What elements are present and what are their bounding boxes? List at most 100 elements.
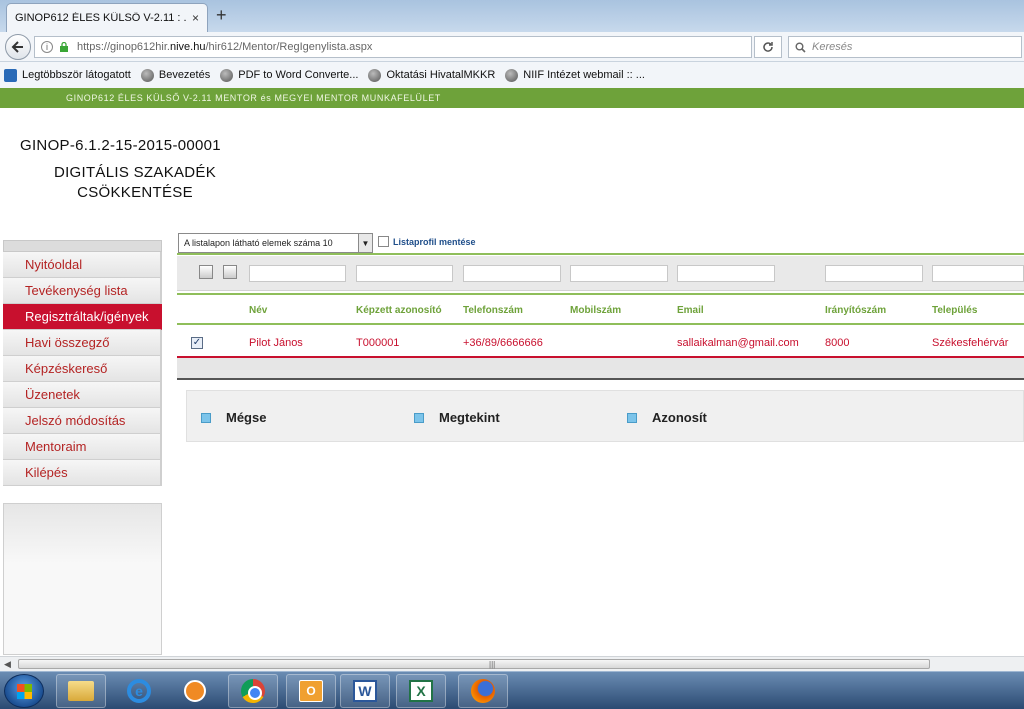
horizontal-scrollbar[interactable]: ◀ ||| — [0, 656, 1024, 671]
windows-taskbar: e O W X — [0, 671, 1024, 709]
column-header-city[interactable]: Település — [932, 305, 977, 316]
filter-trainee-id-input[interactable] — [356, 265, 453, 282]
bullet-icon — [414, 412, 424, 423]
firefox-icon[interactable] — [458, 674, 508, 708]
table-row[interactable]: ✓ Pilot János T000001 +36/89/6666666 sal… — [177, 328, 1024, 358]
lock-icon — [60, 42, 68, 52]
view-label: Megtekint — [439, 410, 500, 425]
internet-explorer-icon[interactable]: e — [114, 674, 164, 708]
identify-label: Azonosít — [652, 410, 707, 425]
windows-flag — [17, 692, 32, 699]
firefox-glyph — [471, 679, 495, 703]
bookmark-niif-webmail[interactable]: NIIF Intézet webmail :: ... — [505, 68, 645, 82]
sidebar-item-jelszo-modositas[interactable]: Jelszó módosítás — [3, 408, 162, 434]
address-bar[interactable]: i https://ginop612hir. nive.hu/hir612/Men… — [34, 36, 752, 58]
info-icon[interactable]: i — [41, 41, 53, 53]
sidebar-item-havi-osszegzo[interactable]: Havi összegző — [3, 330, 162, 356]
column-header-email[interactable]: Email — [677, 305, 704, 316]
sidebar-item-regisztraltak[interactable]: Regisztráltak/igények — [3, 304, 162, 330]
globe-icon — [368, 68, 382, 82]
dropdown-arrow-icon[interactable]: ▼ — [358, 234, 372, 252]
column-header-mobile[interactable]: Mobilszám — [570, 305, 621, 316]
bookmark-label: PDF to Word Converte... — [238, 69, 359, 81]
save-profile-label: Listaprofil mentése — [393, 236, 476, 247]
bookmark-label: Oktatási HivatalMKKR — [386, 69, 496, 81]
outlook-glyph: O — [299, 680, 323, 702]
column-header-trainee-id[interactable]: Képzett azonosító — [356, 305, 442, 316]
folder-glyph — [68, 681, 94, 701]
cell-phone: +36/89/6666666 — [463, 337, 543, 349]
new-tab-button[interactable]: + — [216, 5, 227, 26]
filter-apply-icon[interactable] — [199, 265, 213, 279]
sidebar-item-mentoraim[interactable]: Mentoraim — [3, 434, 162, 460]
windows-start-icon[interactable] — [4, 674, 44, 708]
media-player-icon[interactable] — [170, 674, 220, 708]
column-header-name[interactable]: Név — [249, 305, 267, 316]
identify-button[interactable]: Azonosít — [627, 410, 707, 425]
project-title-line1: DIGITÁLIS SZAKADÉK — [53, 164, 217, 181]
back-button[interactable] — [5, 34, 31, 60]
chrome-glyph — [241, 679, 265, 703]
close-tab-icon[interactable]: × — [192, 11, 199, 25]
filter-row — [177, 256, 1024, 291]
scrollbar-thumb[interactable]: ||| — [18, 659, 930, 669]
table-footer — [177, 358, 1024, 380]
divider — [177, 293, 1024, 295]
bookmark-bevezetes[interactable]: Bevezetés — [140, 68, 210, 82]
save-list-profile[interactable]: Listaprofil mentése — [378, 236, 476, 247]
url-host: nive.hu — [169, 41, 206, 53]
scroll-left-icon[interactable]: ◀ — [4, 659, 11, 670]
outlook-icon[interactable]: O — [286, 674, 336, 708]
globe-icon — [505, 68, 519, 82]
column-header-zip[interactable]: Irányítószám — [825, 305, 886, 316]
bookmark-pdf-to-word[interactable]: PDF to Word Converte... — [220, 68, 359, 82]
search-icon — [795, 42, 806, 53]
word-icon[interactable]: W — [340, 674, 390, 708]
url-prefix: https://ginop612hir. — [77, 41, 170, 53]
grip-icon: ||| — [489, 660, 496, 669]
browser-tab[interactable]: GINOP612 ÉLES KÜLSŐ V-2.11 : ... × — [6, 3, 208, 32]
excel-glyph: X — [409, 680, 433, 702]
filter-phone-input[interactable] — [463, 265, 561, 282]
table-header: Név Képzett azonosító Telefonszám Mobils… — [177, 297, 1024, 325]
filter-city-input[interactable] — [932, 265, 1024, 282]
column-header-phone[interactable]: Telefonszám — [463, 305, 523, 316]
back-arrow-icon — [11, 41, 23, 53]
row-checkbox[interactable]: ✓ — [191, 337, 203, 349]
sidebar-item-uzenetek[interactable]: Üzenetek — [3, 382, 162, 408]
sidebar-item-kepzeskereso[interactable]: Képzéskereső — [3, 356, 162, 382]
cell-zip: 8000 — [825, 337, 850, 349]
view-button[interactable]: Megtekint — [414, 410, 500, 425]
filter-clear-icon[interactable] — [223, 265, 237, 279]
project-title-line2: CSÖKKENTÉSE — [77, 184, 193, 201]
filter-zip-input[interactable] — [825, 265, 923, 282]
browser-tab-bar: GINOP612 ÉLES KÜLSŐ V-2.11 : ... × + — [0, 0, 1024, 32]
sidebar-item-kilepes[interactable]: Kilépés — [3, 460, 162, 486]
chrome-icon[interactable] — [228, 674, 278, 708]
cancel-label: Mégse — [226, 410, 267, 425]
page-size-label: A listalapon látható elemek száma 10 — [184, 238, 333, 248]
sidebar-menu: Nyitóoldal Tevékenység lista Regisztrált… — [3, 240, 162, 486]
cancel-button[interactable]: Mégse — [201, 410, 266, 425]
bookmark-oktatasi-hivatal[interactable]: Oktatási HivatalMKKR — [368, 68, 496, 82]
file-explorer-icon[interactable] — [56, 674, 106, 708]
media-glyph — [184, 680, 206, 702]
reload-button[interactable] — [754, 36, 782, 58]
save-profile-checkbox[interactable] — [378, 236, 389, 247]
sidebar-item-tevekenyseg-lista[interactable]: Tevékenység lista — [3, 278, 162, 304]
bookmark-most-visited[interactable]: Legtöbbször látogatott — [4, 68, 131, 82]
filter-mobile-input[interactable] — [570, 265, 668, 282]
most-visited-icon — [4, 68, 17, 82]
divider — [177, 253, 1024, 255]
filter-name-input[interactable] — [249, 265, 346, 282]
excel-icon[interactable]: X — [396, 674, 446, 708]
page-banner: GINOP612 ÉLES KÜLSŐ V-2.11 MENTOR és MEG… — [0, 88, 1024, 108]
page-size-select[interactable]: A listalapon látható elemek száma 10 ▼ — [178, 233, 373, 253]
sidebar-item-nyitooldal[interactable]: Nyitóoldal — [3, 252, 162, 278]
url-path: /hir612/Mentor/RegIgenylista.aspx — [205, 41, 373, 53]
bookmark-label: NIIF Intézet webmail :: ... — [523, 69, 645, 81]
browser-nav-bar: i https://ginop612hir. nive.hu/hir612/Men… — [0, 32, 1024, 62]
search-input[interactable]: Keresés — [788, 36, 1022, 58]
bullet-icon — [627, 412, 637, 423]
filter-email-input[interactable] — [677, 265, 775, 282]
